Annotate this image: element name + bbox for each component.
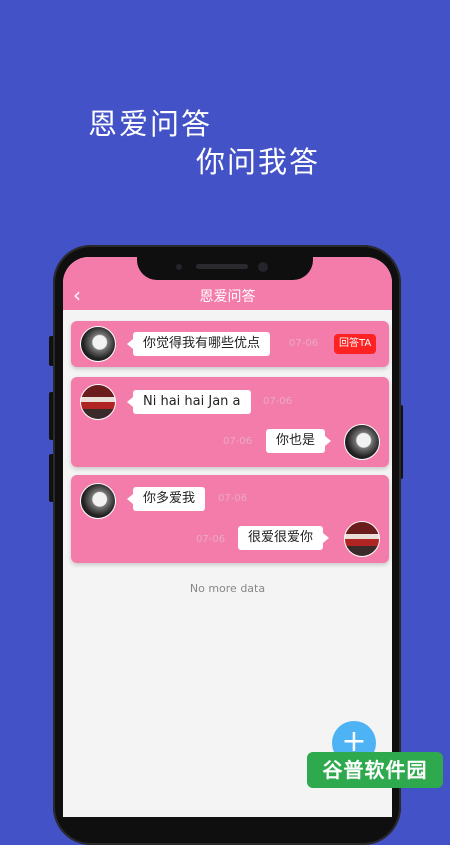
qa-thread[interactable]: 你多爱我 07-06 07-06 很爱很爱你 (71, 475, 389, 563)
reply-date: 07-06 (223, 436, 253, 447)
answer-button[interactable]: 回答TA (334, 334, 377, 354)
question-bubble: 你觉得我有哪些优点 (126, 332, 271, 356)
avatar (344, 424, 380, 460)
front-camera (258, 262, 268, 272)
avatar (80, 483, 116, 519)
promo-headline-1: 恩爱问答 (88, 107, 213, 141)
question-bubble: 你多爱我 (126, 487, 206, 511)
page-title: 恩爱问答 (199, 289, 256, 305)
avatar (80, 326, 116, 362)
reply-bubble: 很爱很爱你 (238, 526, 330, 550)
question-date: 07-06 (289, 338, 319, 349)
nav-bar: ‹ 恩爱问答 (63, 282, 392, 310)
avatar (80, 384, 116, 420)
reply-bubble: 你也是 (266, 429, 332, 453)
app-screen: ‹ 恩爱问答 你觉得我有哪些优点 07-06 回答TA Ni hai hai J… (63, 257, 392, 817)
qa-thread[interactable]: 你觉得我有哪些优点 07-06 回答TA (71, 321, 389, 367)
avatar (344, 521, 380, 557)
speaker-grille (196, 264, 248, 269)
promo-headline-2: 你问我答 (196, 145, 321, 179)
watermark-logo: 谷普软件园 (307, 752, 443, 788)
qa-thread[interactable]: Ni hai hai Jan a 07-06 07-06 你也是 (71, 377, 389, 467)
question-date: 07-06 (218, 493, 248, 504)
question-date: 07-06 (263, 396, 293, 407)
reply-date: 07-06 (196, 534, 226, 545)
question-bubble: Ni hai hai Jan a (127, 390, 251, 414)
sensor-dot (176, 264, 182, 270)
list-end-text: No more data (189, 582, 266, 595)
